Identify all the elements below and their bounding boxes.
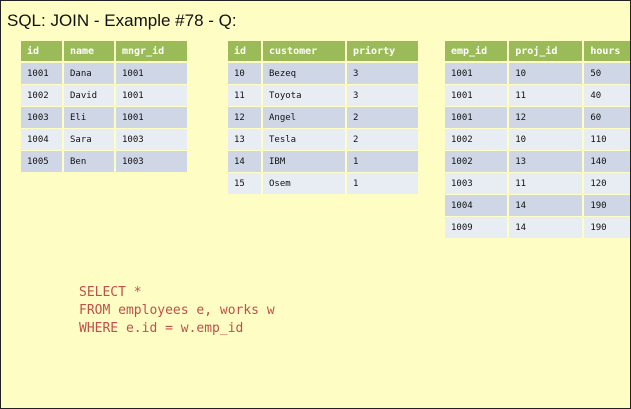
table-cell: 14 (228, 150, 263, 173)
table-row: 13 Tesla 2 (228, 128, 418, 151)
column-header: proj_id (508, 41, 585, 63)
table-cell: Bezeq (262, 62, 347, 85)
table-row: 1002 10 110 (445, 128, 630, 151)
slide-title: SQL: JOIN - Example #78 - Q: (7, 11, 237, 30)
table-cell: 1001 (445, 84, 510, 107)
table-cell: 1 (346, 172, 418, 195)
table-cell: 1003 (115, 150, 187, 173)
table-cell: Tesla (262, 128, 347, 151)
table-cell: 11 (228, 84, 263, 107)
table-cell: Sara (63, 128, 116, 151)
table-cell: Toyota (262, 84, 347, 107)
table-cell: 1 (346, 150, 418, 173)
table-row: 1001 12 60 (445, 106, 630, 129)
column-header: name (63, 41, 116, 63)
table-cell: 2 (346, 128, 418, 151)
table-header-row: emp_id proj_id hours (445, 41, 630, 63)
table-row: 1003 Eli 1001 (21, 106, 187, 129)
column-header: id (228, 41, 263, 63)
table-row: 10 Bezeq 3 (228, 62, 418, 85)
table-cell: 11 (508, 172, 585, 195)
table-cell: 1001 (115, 62, 187, 85)
table-cell: 10 (508, 62, 585, 85)
table-cell: 12 (508, 106, 585, 129)
table-cell: David (63, 84, 116, 107)
table-row: 1001 Dana 1001 (21, 62, 187, 85)
sql-line-from: FROM employees e, works w (79, 303, 275, 318)
table-cell: 50 (583, 62, 630, 85)
table-cell: 120 (583, 172, 630, 195)
column-header: emp_id (445, 41, 510, 63)
table-row: 1004 14 190 (445, 194, 630, 217)
table-cell: 13 (228, 128, 263, 151)
table-cell: 140 (583, 150, 630, 173)
table-row: 15 Osem 1 (228, 172, 418, 195)
table-cell: 1001 (445, 106, 510, 129)
table-row: 1005 Ben 1003 (21, 150, 187, 173)
table-cell: 14 (508, 194, 585, 217)
table-row: 1001 11 40 (445, 84, 630, 107)
column-header: priorty (346, 41, 418, 63)
table-cell: 1003 (115, 128, 187, 151)
table-cell: Osem (262, 172, 347, 195)
table-cell: 14 (508, 216, 585, 239)
table-cell: 12 (228, 106, 263, 129)
column-header: customer (262, 41, 347, 63)
table-cell: 1002 (445, 128, 510, 151)
table-cell: Angel (262, 106, 347, 129)
table-cell: 110 (583, 128, 630, 151)
table-cell: 13 (508, 150, 585, 173)
table-row: 1009 14 190 (445, 216, 630, 239)
table-row: 11 Toyota 3 (228, 84, 418, 107)
table-cell: Eli (63, 106, 116, 129)
table-header-row: id name mngr_id (21, 41, 187, 63)
table-row: 14 IBM 1 (228, 150, 418, 173)
table-cell: 190 (583, 194, 630, 217)
table-cell: 15 (228, 172, 263, 195)
table-cell: 1001 (115, 84, 187, 107)
table-cell: IBM (262, 150, 347, 173)
table-cell: 1002 (445, 150, 510, 173)
table-cell: 1002 (21, 84, 64, 107)
projects-table: id customer priorty 10 Bezeq 3 11 Toyota… (228, 41, 418, 195)
table-cell: Dana (63, 62, 116, 85)
column-header: id (21, 41, 64, 63)
table-cell: 40 (583, 84, 630, 107)
table-cell: 190 (583, 216, 630, 239)
works-table: emp_id proj_id hours 1001 10 50 1001 11 … (445, 41, 630, 239)
table-cell: 1003 (445, 172, 510, 195)
table-row: 1002 David 1001 (21, 84, 187, 107)
table-cell: 3 (346, 84, 418, 107)
table-cell: 3 (346, 62, 418, 85)
table-cell: 1004 (21, 128, 64, 151)
column-header: hours (583, 41, 630, 63)
table-cell: 11 (508, 84, 585, 107)
table-cell: 2 (346, 106, 418, 129)
table-cell: 1001 (445, 62, 510, 85)
table-row: 1003 11 120 (445, 172, 630, 195)
table-cell: Ben (63, 150, 116, 173)
table-row: 1004 Sara 1003 (21, 128, 187, 151)
employees-table: id name mngr_id 1001 Dana 1001 1002 Davi… (21, 41, 187, 173)
table-cell: 10 (508, 128, 585, 151)
sql-line-where: WHERE e.id = w.emp_id (79, 321, 244, 336)
slide: SQL: JOIN - Example #78 - Q: id name mng… (0, 0, 631, 409)
table-cell: 1005 (21, 150, 64, 173)
table-row: 12 Angel 2 (228, 106, 418, 129)
column-header: mngr_id (115, 41, 187, 63)
table-cell: 1003 (21, 106, 64, 129)
table-cell: 1001 (21, 62, 64, 85)
table-cell: 1004 (445, 194, 510, 217)
table-cell: 10 (228, 62, 263, 85)
table-row: 1001 10 50 (445, 62, 630, 85)
sql-line-select: SELECT * (79, 285, 142, 300)
sql-query: SELECT * FROM employees e, works w WHERE… (79, 284, 275, 338)
table-header-row: id customer priorty (228, 41, 418, 63)
table-cell: 60 (583, 106, 630, 129)
table-cell: 1009 (445, 216, 510, 239)
table-cell: 1001 (115, 106, 187, 129)
table-row: 1002 13 140 (445, 150, 630, 173)
